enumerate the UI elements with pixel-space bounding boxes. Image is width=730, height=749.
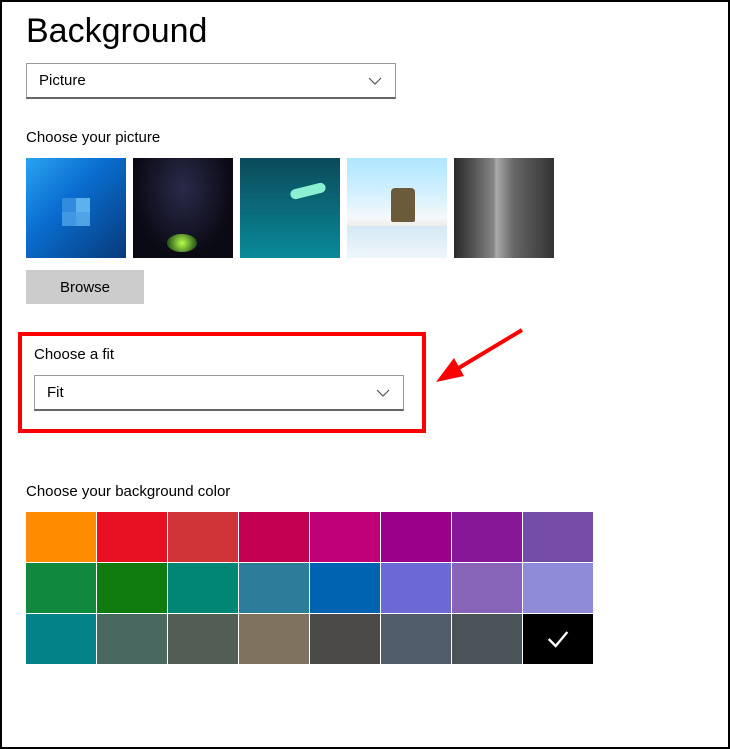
color-swatch[interactable] (310, 614, 380, 664)
annotation-arrow-icon (422, 322, 542, 402)
checkmark-icon (544, 625, 572, 653)
picture-thumbnail[interactable] (454, 158, 554, 258)
color-swatch[interactable] (97, 614, 167, 664)
color-swatch[interactable] (26, 614, 96, 664)
color-swatch[interactable] (452, 614, 522, 664)
color-swatch[interactable] (97, 512, 167, 562)
color-swatch[interactable] (381, 614, 451, 664)
choose-fit-label: Choose a fit (34, 346, 410, 363)
background-type-dropdown[interactable]: Picture (26, 63, 396, 99)
picture-thumbnail[interactable] (133, 158, 233, 258)
color-swatch[interactable] (168, 512, 238, 562)
color-grid (26, 512, 594, 665)
choose-color-label: Choose your background color (26, 483, 704, 500)
color-swatch[interactable] (523, 614, 593, 664)
chevron-down-icon (375, 385, 391, 401)
color-swatch[interactable] (26, 512, 96, 562)
fit-value: Fit (47, 384, 64, 401)
picture-thumbnails (26, 158, 704, 258)
color-swatch[interactable] (523, 563, 593, 613)
color-swatch[interactable] (381, 563, 451, 613)
picture-thumbnail[interactable] (347, 158, 447, 258)
fit-dropdown[interactable]: Fit (34, 375, 404, 411)
color-swatch[interactable] (452, 563, 522, 613)
background-type-value: Picture (39, 72, 86, 89)
color-swatch[interactable] (310, 512, 380, 562)
page-title: Background (26, 12, 704, 51)
color-swatch[interactable] (168, 563, 238, 613)
color-swatch[interactable] (97, 563, 167, 613)
picture-thumbnail[interactable] (240, 158, 340, 258)
chevron-down-icon (367, 73, 383, 89)
color-swatch[interactable] (239, 614, 309, 664)
color-swatch[interactable] (310, 563, 380, 613)
color-swatch[interactable] (381, 512, 451, 562)
picture-thumbnail[interactable] (26, 158, 126, 258)
color-swatch[interactable] (26, 563, 96, 613)
browse-button[interactable]: Browse (26, 270, 144, 304)
color-swatch[interactable] (239, 563, 309, 613)
color-swatch[interactable] (523, 512, 593, 562)
choose-picture-label: Choose your picture (26, 129, 704, 146)
color-swatch[interactable] (239, 512, 309, 562)
annotation-highlight: Choose a fit Fit (18, 332, 426, 433)
color-swatch[interactable] (168, 614, 238, 664)
color-swatch[interactable] (452, 512, 522, 562)
